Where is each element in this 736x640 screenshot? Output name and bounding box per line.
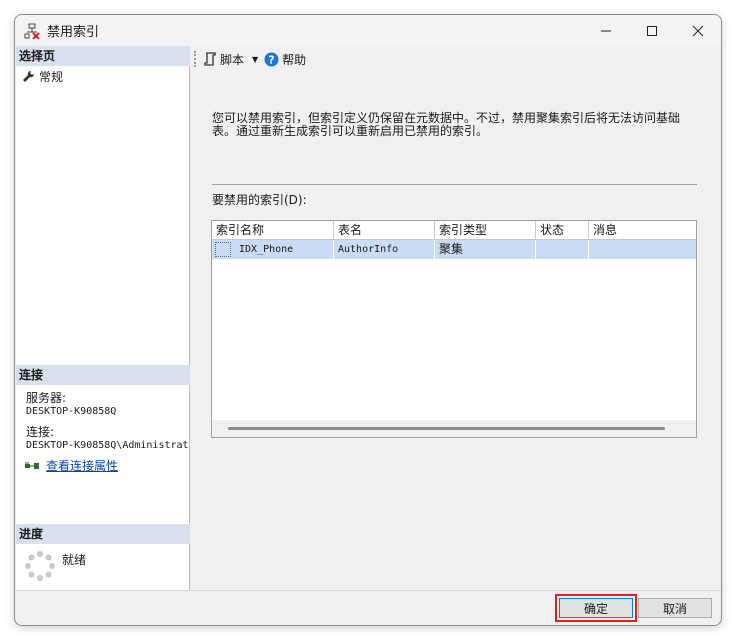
right-pane: 脚本 ▼ ? 帮助 您可以禁用索引，但索引定义仍保留在元数据中。不过，禁用聚集索… [191,46,721,590]
column-header-table-name[interactable]: 表名 [334,221,435,240]
cell-index-name[interactable]: IDX_Phone [235,240,334,259]
close-button[interactable] [675,15,721,46]
column-header-status[interactable]: 状态 [536,221,589,240]
script-icon [204,52,216,66]
server-label: 服务器: [26,391,67,405]
dialog-button-bar: 确定 取消 [16,590,721,625]
select-page-header: 选择页 [16,46,190,66]
column-header-index-name[interactable]: 索引名称 [212,221,334,240]
disable-index-icon [23,22,41,40]
minimize-icon [601,30,611,31]
title-bar: 禁用索引 [15,15,721,46]
minimize-button[interactable] [583,15,629,46]
view-connection-properties-text[interactable]: 查看连接属性 [46,457,118,474]
toolbar: 脚本 ▼ ? 帮助 [191,46,721,72]
left-pane: 选择页 常规 连接 服务器: DESKTOP-K90858Q 连接: DESKT… [16,46,190,590]
scrollbar-thumb[interactable] [228,427,665,430]
svg-text:?: ? [268,53,274,66]
progress-header: 进度 [16,524,190,544]
script-label: 脚本 [220,52,245,67]
close-icon [692,25,704,36]
cell-table-name[interactable]: AuthorInfo [334,240,435,259]
cell-status[interactable] [536,240,589,259]
script-button[interactable]: 脚本 [203,51,244,68]
page-item-general[interactable]: 常规 [22,67,63,85]
page-item-label: 常规 [39,69,64,84]
column-header-index-type[interactable]: 索引类型 [435,221,536,240]
general-page-content: 您可以禁用索引，但索引定义仍保留在元数据中。不过，禁用聚集索引后将无法访问基础表… [191,91,721,590]
connection-header: 连接 [16,365,190,385]
ok-button[interactable]: 确定 [555,594,637,622]
indexes-grid-label: 要禁用的索引(D): [212,193,307,207]
separator [212,184,697,185]
progress-status-text: 就绪 [62,553,87,567]
window-controls [583,15,721,46]
wrench-icon [23,70,35,82]
row-selector[interactable] [212,240,235,259]
cell-index-type[interactable]: 聚集 [435,240,536,259]
indexes-grid[interactable]: 索引名称 表名 索引类型 状态 消息 IDX_Phone AuthorInfo … [211,220,697,438]
script-dropdown-icon[interactable]: ▼ [252,55,258,64]
cell-message[interactable] [589,240,696,259]
horizontal-scrollbar[interactable] [212,420,696,437]
view-connection-properties-link[interactable]: 查看连接属性 [24,457,118,474]
help-button[interactable]: ? 帮助 [264,51,306,68]
toolbar-grip [194,51,197,67]
server-value: DESKTOP-K90858Q [26,406,117,417]
column-header-message[interactable]: 消息 [589,221,696,240]
maximize-icon [647,25,657,36]
disable-index-dialog: 禁用索引 选择页 常规 连接 服务器: DESKTOP-K90858Q 连接: … [14,14,722,626]
progress-spinner-icon [25,551,55,581]
cancel-button[interactable]: 取消 [638,598,712,618]
connection-label: 连接: [26,425,55,439]
window-title: 禁用索引 [47,25,100,40]
help-icon: ? [264,52,279,66]
connection-plug-icon [25,461,39,469]
connection-value: DESKTOP-K90858Q\Administrat [26,440,189,451]
description-text: 您可以禁用索引，但索引定义仍保留在元数据中。不过，禁用聚集索引后将无法访问基础表… [212,111,681,138]
help-label: 帮助 [282,52,307,67]
progress-status: 就绪 [24,550,86,582]
maximize-button[interactable] [629,15,675,46]
